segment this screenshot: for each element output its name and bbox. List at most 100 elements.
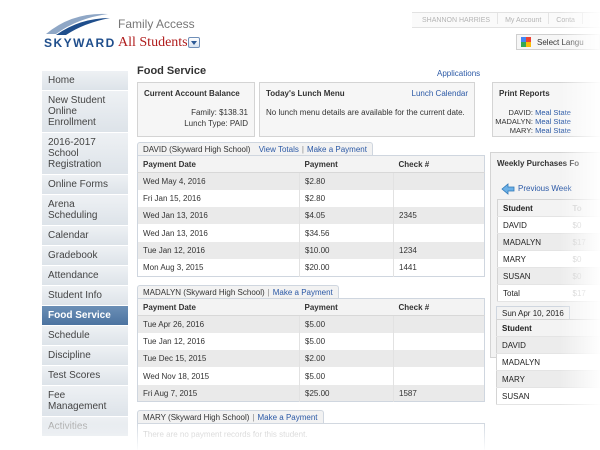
sidebar-item-fee-management[interactable]: Fee Management — [42, 386, 128, 417]
cell-date: Tue Apr 26, 2016 — [137, 315, 300, 333]
print-report-row: DAVID: Meal State — [493, 108, 600, 117]
cell-student: Total — [497, 284, 568, 302]
cell-amount: $5.00 — [299, 315, 394, 333]
sidebar-item-gradebook[interactable]: Gradebook — [42, 246, 128, 266]
table-row: MADALYN $17 — [497, 233, 600, 251]
meal-statement-link[interactable]: Meal State — [535, 126, 571, 135]
previous-week-arrow-icon[interactable] — [501, 183, 515, 195]
sidebar-item-test-scores[interactable]: Test Scores — [42, 366, 128, 386]
table-row: MARY — [496, 370, 600, 388]
lunch-type-label: Lunch Type: — [184, 119, 228, 128]
table-row: Tue Jan 12, 2016 $10.00 1234 — [137, 241, 485, 259]
google-translate-icon — [521, 37, 531, 47]
table-row: MARY $0 — [497, 250, 600, 268]
table-row: SUSAN $0 — [497, 267, 600, 285]
main-content: Food Service Applications Current Accoun… — [130, 60, 600, 450]
david-school-label: DAVID (Skyward High School) — [143, 145, 251, 154]
sidebar-item-calendar[interactable]: Calendar — [42, 226, 128, 246]
mary-school-label: MARY (Skyward High School) — [143, 413, 250, 422]
previous-week-link[interactable]: Previous Week — [518, 184, 572, 193]
meal-statement-link[interactable]: Meal State — [535, 108, 571, 117]
cell-check: 1441 — [399, 262, 417, 272]
table-row: Total $17 — [497, 284, 600, 302]
language-selector[interactable]: Select Langu — [516, 34, 600, 50]
cell-date: Tue Dec 15, 2015 — [137, 350, 300, 368]
col-check-number: Check # — [393, 298, 485, 316]
lunch-calendar-link[interactable]: Lunch Calendar — [412, 89, 468, 98]
sidebar-item-new-student-enrollment[interactable]: New Student Online Enrollment — [42, 91, 128, 133]
print-report-student: MARY: — [509, 126, 533, 135]
student-dropdown-icon[interactable] — [188, 37, 200, 48]
cell-amount: $20.00 — [299, 258, 394, 277]
meal-statement-link[interactable]: Meal State — [535, 117, 571, 126]
david-make-payment-link[interactable]: Make a Payment — [307, 145, 367, 154]
lunch-menu-message: No lunch menu details are available for … — [266, 108, 465, 117]
account-balance-title: Current Account Balance — [144, 89, 240, 98]
table-row: DAVID $0 — [497, 216, 600, 234]
table-row: Wed Jan 13, 2016 $34.56 — [137, 224, 485, 242]
daily-date-tab: Sun Apr 10, 2016 — [496, 306, 570, 319]
student-selector-label[interactable]: All Students — [118, 35, 188, 51]
cell-date: Tue Jan 12, 2016 — [137, 241, 300, 259]
sidebar-item-home[interactable]: Home — [42, 71, 128, 91]
cell-date: Wed Jan 13, 2016 — [137, 224, 300, 242]
cell-date: Fri Aug 7, 2015 — [137, 384, 300, 402]
sidebar-item-arena-scheduling[interactable]: Arena Scheduling — [42, 195, 128, 226]
mary-payments-panel: There are no payment records for this st… — [137, 423, 485, 450]
sidebar-item-student-info[interactable]: Student Info — [42, 286, 128, 306]
cell-check — [394, 333, 485, 350]
skyward-logo[interactable]: SKYWARD — [42, 8, 114, 54]
col-student: Student — [497, 199, 568, 217]
sidebar-item-discipline[interactable]: Discipline — [42, 346, 128, 366]
sidebar-item-online-forms[interactable]: Online Forms — [42, 175, 128, 195]
cell-amount: $2.80 — [299, 189, 394, 208]
madalyn-student-tab: MADALYN (Skyward High School) | Make a Pay… — [137, 285, 339, 298]
applications-link[interactable]: Applications — [437, 69, 480, 78]
madalyn-make-payment-link[interactable]: Make a Payment — [273, 288, 333, 297]
cell-date: Wed May 4, 2016 — [137, 172, 300, 190]
table-row: Fri Jan 15, 2016 $2.80 — [137, 189, 485, 208]
user-name-link[interactable]: SHANNON HARRIES — [412, 13, 499, 24]
mary-student-tab: MARY (Skyward High School) | Make a Paymen… — [137, 410, 324, 423]
app-title: Family Access — [118, 17, 195, 31]
daily-purchases-table: Student DAVID MADALYN MARY SUSAN — [496, 319, 600, 405]
my-account-link[interactable]: My Account — [498, 13, 550, 24]
sidebar-item-activities[interactable]: Activities — [42, 417, 128, 437]
contact-link[interactable]: Conta — [549, 13, 583, 24]
cell-amount: $4.05 — [299, 207, 394, 225]
table-row: MADALYN — [496, 353, 600, 371]
table-row: Wed Jan 13, 2016 $4.05 2345 — [137, 207, 485, 225]
cell-check — [393, 315, 485, 333]
cell-amount — [566, 387, 600, 405]
family-label: Family: — [191, 108, 217, 117]
print-reports-panel: Print Reports DAVID: Meal State MADALYN:… — [492, 82, 600, 137]
cell-date: Tue Jan 12, 2016 — [137, 332, 300, 351]
table-row: Wed May 4, 2016 $2.80 — [137, 172, 485, 190]
table-header-row: Student — [496, 319, 600, 337]
sidebar-item-schedule[interactable]: Schedule — [42, 326, 128, 346]
madalyn-payments-table: Payment Date Payment Check # Tue Apr 26,… — [137, 298, 485, 403]
mary-make-payment-link[interactable]: Make a Payment — [258, 413, 318, 422]
sidebar-item-attendance[interactable]: Attendance — [42, 266, 128, 286]
cell-check — [394, 190, 485, 207]
weekly-purchases-table: Student To DAVID $0 MADALYN $17 MARY $0 SUSA… — [497, 199, 600, 302]
sidebar-item-school-registration[interactable]: 2016-2017 School Registration — [42, 133, 128, 175]
print-report-row: MADALYN: Meal State — [493, 117, 600, 126]
cell-amount — [566, 353, 600, 371]
cell-amount: $2.00 — [299, 350, 394, 368]
cell-check — [393, 350, 485, 368]
cell-check — [394, 224, 485, 241]
cell-date: Wed Nov 18, 2015 — [137, 367, 300, 385]
language-label: Select Langu — [537, 38, 584, 47]
cell-check — [394, 367, 485, 384]
sidebar-item-food-service[interactable]: Food Service — [42, 306, 128, 326]
col-total: To — [567, 199, 600, 217]
table-row: Fri Aug 7, 2015 $25.00 1587 — [137, 384, 485, 402]
cell-student: DAVID — [496, 336, 567, 354]
view-totals-link[interactable]: View Totals — [259, 145, 299, 154]
cell-student: MADALYN — [496, 353, 567, 371]
cell-amount: $0 — [567, 267, 600, 285]
table-row: Wed Nov 18, 2015 $5.00 — [137, 367, 485, 385]
cell-date: Fri Jan 15, 2016 — [137, 189, 300, 208]
print-report-student: DAVID: — [508, 108, 533, 117]
